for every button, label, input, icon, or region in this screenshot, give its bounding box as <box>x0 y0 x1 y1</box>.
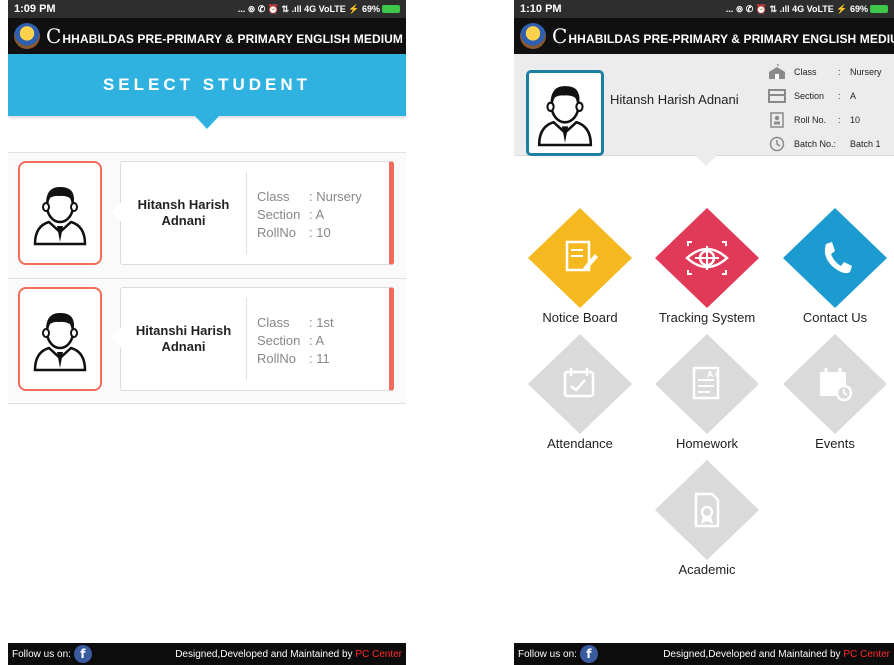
follow-us: Follow us on: f <box>12 645 92 663</box>
app-header: CHHABILDAS PRE-PRIMARY & PRIMARY ENGLISH… <box>514 18 894 54</box>
page-title: SELECT STUDENT <box>102 75 312 94</box>
student-profile-panel: Hitansh Harish Adnani Class: Nursery Sect… <box>514 54 894 166</box>
profile-student-name: Hitansh Harish Adnani <box>610 92 739 107</box>
status-indicators: ... ⊚ ✆ ⏰ ⇅ .ıll 4G VoLTE ⚡ 69% <box>726 4 888 15</box>
batch-clock-icon <box>768 136 786 152</box>
student-row[interactable]: Hitansh Harish Adnani Class: Nursery Sec… <box>8 152 406 278</box>
footer: Follow us on: f Designed,Developed and Ma… <box>8 643 406 665</box>
id-badge-icon <box>768 112 786 128</box>
academic-certificate-icon <box>655 460 759 560</box>
info-roll: Roll No.:10 <box>768 108 882 132</box>
attendance-icon <box>528 334 632 434</box>
school-name: CHHABILDAS PRE-PRIMARY & PRIMARY ENGLISH… <box>552 24 894 48</box>
student-row[interactable]: Hitanshi Harish Adnani Class: 1st Sectio… <box>8 278 406 404</box>
status-time: 1:09 PM <box>14 3 56 15</box>
events-calendar-icon <box>783 334 887 434</box>
menu-notice-board[interactable]: Notice Board <box>525 206 635 325</box>
menu-label: Events <box>815 436 855 451</box>
menu-tracking-system[interactable]: Tracking System <box>652 206 762 325</box>
dashboard-screen: 1:10 PM ... ⊚ ✆ ⏰ ⇅ .ıll 4G VoLTE ⚡ 69% … <box>514 0 894 665</box>
select-student-screen: 1:09 PM ... ⊚ ✆ ⏰ ⇅ .ıll 4G VoLTE ⚡ 69% … <box>8 0 406 665</box>
school-building-icon <box>768 64 786 80</box>
school-logo <box>14 23 40 49</box>
school-logo <box>520 23 546 49</box>
credit-brand-link[interactable]: PC Center <box>355 649 402 660</box>
credit-brand-link[interactable]: PC Center <box>843 649 890 660</box>
app-header: CHHABILDAS PRE-PRIMARY & PRIMARY ENGLISH… <box>8 18 406 54</box>
homework-icon: A+ <box>655 334 759 434</box>
facebook-icon[interactable]: f <box>579 645 598 663</box>
dashboard-menu: Notice Board Tracking System Contact Us <box>514 206 894 616</box>
menu-academic[interactable]: Academic <box>652 458 762 577</box>
status-time: 1:10 PM <box>520 3 562 15</box>
student-avatar[interactable] <box>18 161 102 265</box>
student-name: Hitansh Harish Adnani <box>137 197 230 228</box>
profile-pointer <box>695 155 717 166</box>
student-details: Class: 1st Section: A RollNo: 11 <box>257 315 334 366</box>
facebook-icon[interactable]: f <box>73 645 92 663</box>
follow-us: Follow us on: f <box>518 645 598 663</box>
student-avatar[interactable] <box>18 287 102 391</box>
student-avatar-icon <box>33 312 87 372</box>
banner-pointer <box>195 116 219 129</box>
menu-homework[interactable]: A+ Homework <box>652 332 762 451</box>
school-name: CHHABILDAS PRE-PRIMARY & PRIMARY ENGLISH… <box>46 24 406 48</box>
tracking-eye-icon <box>655 208 759 308</box>
menu-label: Contact Us <box>802 310 868 325</box>
student-card[interactable]: Hitansh Harish Adnani Class: Nursery Sec… <box>111 161 394 265</box>
menu-label: Academic <box>678 562 736 577</box>
section-board-icon <box>768 88 786 104</box>
profile-avatar[interactable] <box>526 70 604 156</box>
info-section: Section: A <box>768 84 882 108</box>
info-batch: Batch No.: Batch 1 <box>768 132 882 156</box>
student-name: Hitanshi Harish Adnani <box>135 323 232 354</box>
footer: Follow us on: f Designed,Developed and Ma… <box>514 643 894 665</box>
phone-icon <box>783 208 887 308</box>
menu-events[interactable]: Events <box>780 332 890 451</box>
student-avatar-icon <box>537 86 593 147</box>
menu-contact-us[interactable]: Contact Us <box>780 206 890 325</box>
info-class: Class: Nursery <box>768 60 882 84</box>
status-indicators: ... ⊚ ✆ ⏰ ⇅ .ıll 4G VoLTE ⚡ 69% <box>238 4 400 15</box>
svg-text:A+: A+ <box>707 370 720 379</box>
menu-attendance[interactable]: Attendance <box>525 332 635 451</box>
status-bar: 1:09 PM ... ⊚ ✆ ⏰ ⇅ .ıll 4G VoLTE ⚡ 69% <box>8 0 406 18</box>
student-avatar-icon <box>33 186 87 246</box>
battery-icon <box>870 5 888 14</box>
profile-info: Class: Nursery Section: A Roll No.:10 Batc… <box>768 60 882 156</box>
status-bar: 1:10 PM ... ⊚ ✆ ⏰ ⇅ .ıll 4G VoLTE ⚡ 69% <box>514 0 894 18</box>
battery-icon <box>382 5 400 14</box>
student-details: Class: Nursery Section: A RollNo: 10 <box>257 189 362 240</box>
select-student-banner: SELECT STUDENT <box>8 54 406 129</box>
footer-credit: Designed,Developed and Maintained by PC … <box>175 648 402 660</box>
notice-board-icon <box>528 208 632 308</box>
student-list: Hitansh Harish Adnani Class: Nursery Sec… <box>8 152 406 404</box>
student-card[interactable]: Hitanshi Harish Adnani Class: 1st Sectio… <box>111 287 394 391</box>
footer-credit: Designed,Developed and Maintained by PC … <box>663 648 890 660</box>
